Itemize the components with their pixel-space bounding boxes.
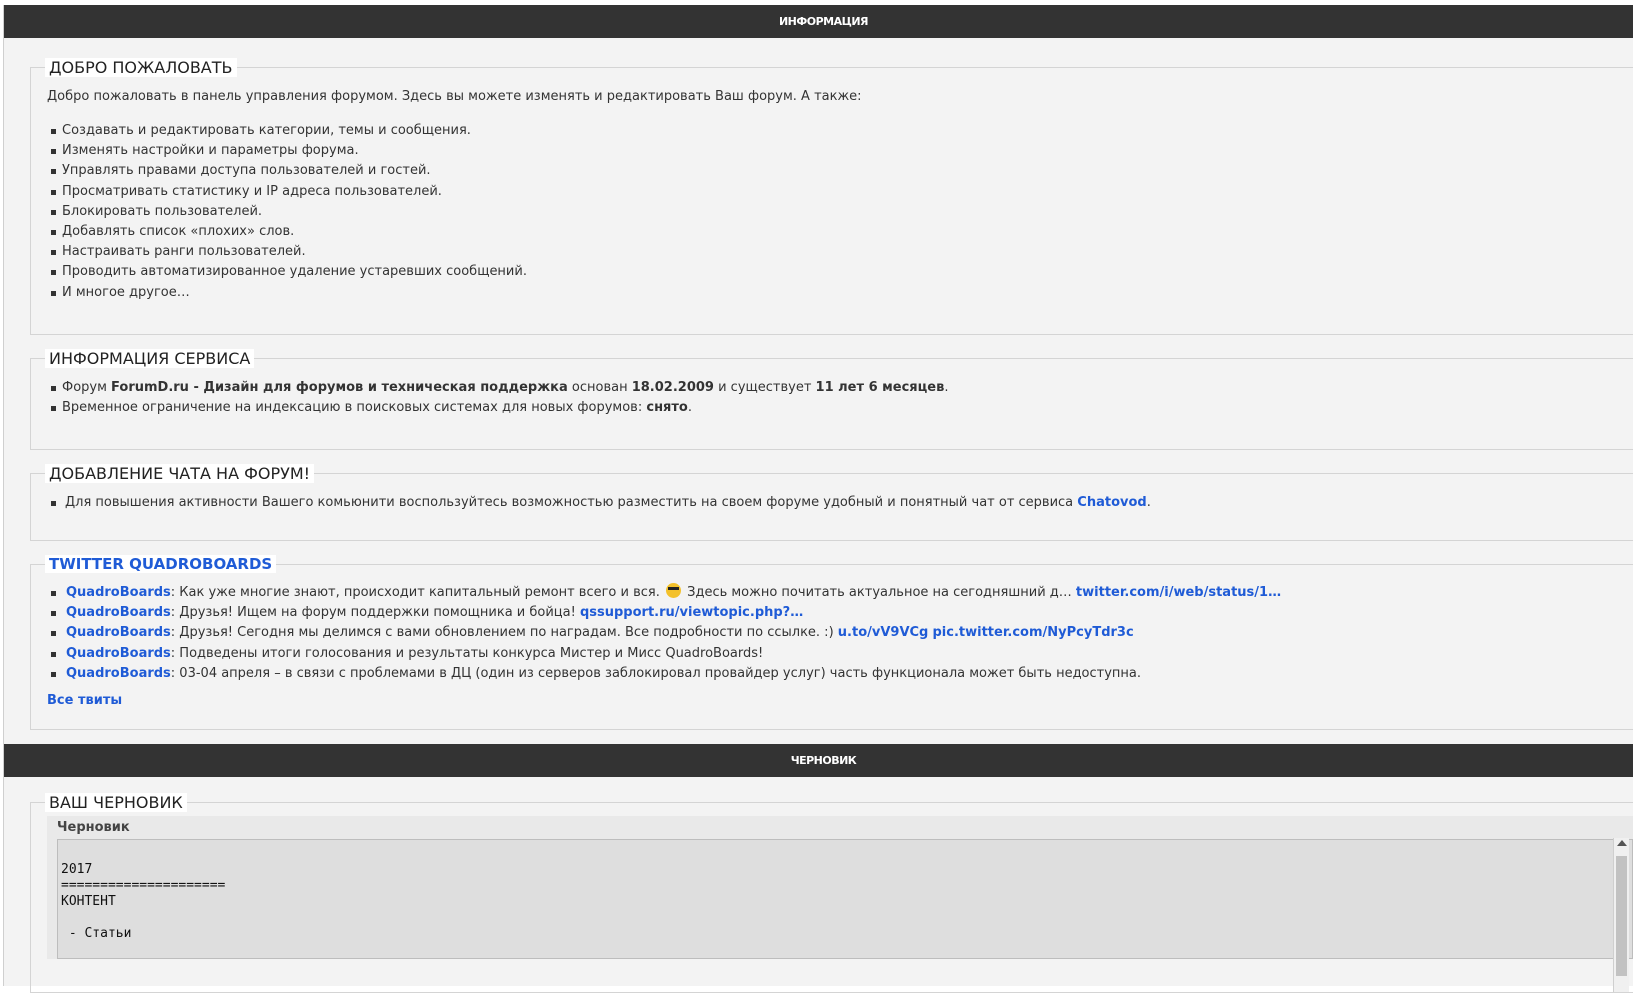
line-suffix: . (687, 400, 693, 416)
draft-panel: ВАШ ЧЕРНОВИК Черновик 2017 =============… (30, 793, 1633, 993)
indexing-status: снято (646, 400, 688, 416)
tweet-text: : Друзья! Сегодня мы делимся с вами обно… (170, 625, 838, 641)
tweet-item: QuadroBoards: Как уже многие знают, прои… (47, 583, 1627, 603)
welcome-lead: Добро пожаловать в панель управления фор… (47, 89, 862, 104)
admin-panel: Информация ДОБРО ПОЖАЛОВАТЬ Добро пожало… (3, 5, 1633, 993)
list-item: Форум ForumD.ru - Дизайн для форумов и т… (47, 378, 1627, 398)
service-prefix: Форум (62, 380, 112, 395)
twitter-panel: TWITTER QUADROBOARDS QuadroBoards: Как у… (30, 555, 1633, 730)
tweet-text: : Друзья! Ищем на форум поддержки помощн… (170, 605, 580, 621)
chat-panel: ДОБАВЛЕНИЕ ЧАТА НА ФОРУМ! Для повышения … (30, 464, 1633, 541)
cool-face-emoji-icon (665, 583, 681, 598)
scroll-up-arrow-icon[interactable] (1617, 840, 1627, 846)
service-list: Форум ForumD.ru - Дизайн для форумов и т… (47, 378, 1627, 418)
welcome-panel: ДОБРО ПОЖАЛОВАТЬ Добро пожаловать в пане… (30, 58, 1633, 335)
line-suffix: . (944, 380, 949, 395)
twitter-legend[interactable]: TWITTER QUADROBOARDS (45, 555, 277, 573)
draft-label: Черновик (57, 820, 130, 835)
list-item: Временное ограничение на индексацию в по… (47, 398, 1627, 418)
tweet-author-link[interactable]: QuadroBoards (66, 585, 171, 600)
tweet-author-link[interactable]: QuadroBoards (66, 646, 171, 661)
welcome-legend: ДОБРО ПОЖАЛОВАТЬ (45, 58, 237, 77)
draft-legend: ВАШ ЧЕРНОВИК (45, 793, 187, 812)
tweet-item: QuadroBoards: Друзья! Сегодня мы делимся… (47, 623, 1627, 643)
tweet-item: QuadroBoards: 03-04 апреля – в связи с п… (47, 664, 1627, 684)
info-section-body: ДОБРО ПОЖАЛОВАТЬ Добро пожаловать в пане… (4, 38, 1633, 730)
tweet-link[interactable]: twitter.com/i/web/status/1… (1076, 585, 1281, 600)
draft-section-header: Черновик (4, 744, 1633, 777)
list-item: Просматривать статистику и IP адреса пол… (47, 182, 1627, 202)
chatovod-link[interactable]: Chatovod (1077, 495, 1146, 510)
list-item: Создавать и редактировать категории, тем… (47, 121, 1627, 141)
tweet-author-link[interactable]: QuadroBoards (66, 666, 171, 681)
tweet-text: : 03-04 апреля – в связи с проблемами в … (170, 665, 1142, 681)
forum-age: 11 лет 6 месяцев (815, 380, 945, 395)
exists-text: и существует (713, 380, 816, 395)
list-item: Проводить автоматизированное удаление ус… (47, 262, 1627, 282)
tweet-item: QuadroBoards: Подведены итоги голосовани… (47, 644, 1627, 664)
list-item: Изменять настройки и параметры форума. (47, 141, 1627, 161)
founded-date: 18.02.2009 (631, 380, 714, 395)
list-item: Добавлять список «плохих» слов. (47, 222, 1627, 242)
tweet-link[interactable]: u.to/vV9VCg (838, 625, 929, 640)
tweet-link[interactable]: qssupport.ru/viewtopic.php?… (580, 605, 803, 620)
tweet-text: Здесь можно почитать актуальное на сегод… (682, 585, 1076, 600)
draft-section-body: ВАШ ЧЕРНОВИК Черновик 2017 =============… (4, 777, 1633, 993)
tweet-list: QuadroBoards: Как уже многие знают, прои… (47, 583, 1627, 684)
draft-textarea[interactable]: 2017 ===================== КОНТЕНТ - Ста… (57, 839, 1633, 959)
chat-legend: ДОБАВЛЕНИЕ ЧАТА НА ФОРУМ! (45, 464, 315, 483)
all-tweets-link[interactable]: Все твиты (47, 693, 1627, 708)
tweet-item: QuadroBoards: Друзья! Ищем на форум подд… (47, 603, 1627, 623)
draft-scrollbar[interactable] (1613, 838, 1629, 992)
info-section-header: Информация (4, 5, 1633, 38)
tweet-author-link[interactable]: QuadroBoards (66, 605, 171, 620)
list-item: И многое другое… (47, 283, 1627, 303)
draft-wrapper: Черновик 2017 ===================== КОНТ… (47, 816, 1633, 992)
line-suffix: . (1146, 495, 1151, 510)
service-legend: ИНФОРМАЦИЯ СЕРВИСА (45, 349, 255, 368)
list-item: Управлять правами доступа пользователей … (47, 161, 1627, 181)
chat-text: Для повышения активности Вашего комьюнит… (65, 495, 1078, 510)
list-item: Блокировать пользователей. (47, 202, 1627, 222)
tweet-text: : Подведены итоги голосования и результа… (170, 645, 764, 661)
founded-text: основан (567, 380, 632, 395)
feature-list: Создавать и редактировать категории, тем… (47, 121, 1627, 303)
scroll-thumb[interactable] (1616, 856, 1627, 976)
list-item: Для повышения активности Вашего комьюнит… (47, 493, 1627, 513)
tweet-text: : Как уже многие знают, происходит капит… (170, 585, 664, 600)
service-info-panel: ИНФОРМАЦИЯ СЕРВИСА Форум ForumD.ru - Диз… (30, 349, 1633, 450)
indexing-text: Временное ограничение на индексацию в по… (62, 400, 647, 416)
list-item: Настраивать ранги пользователей. (47, 242, 1627, 262)
chat-list: Для повышения активности Вашего комьюнит… (47, 493, 1627, 513)
tweet-author-link[interactable]: QuadroBoards (66, 625, 171, 640)
forum-name: ForumD.ru - Дизайн для форумов и техниче… (111, 380, 568, 395)
tweet-pic-link[interactable]: pic.twitter.com/NyPcyTdr3c (933, 625, 1134, 640)
